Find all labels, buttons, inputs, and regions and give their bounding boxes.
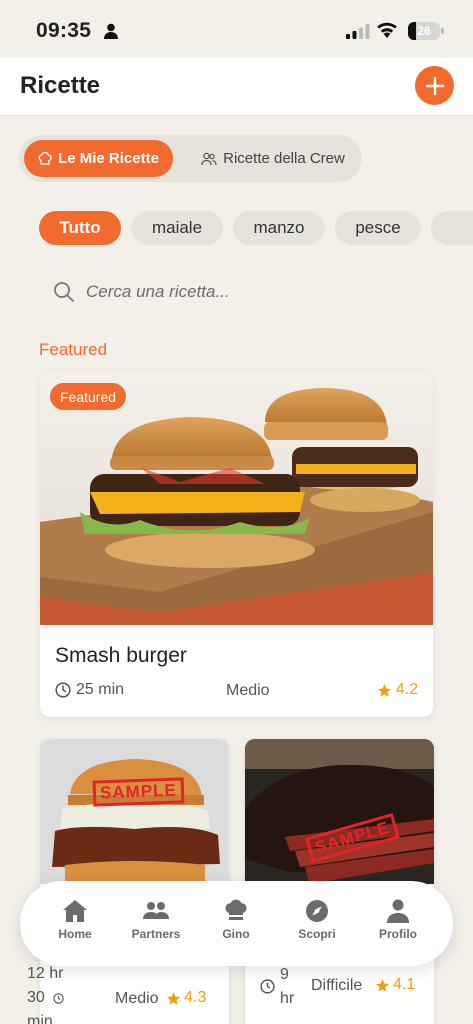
tab-discover[interactable]: Scopri xyxy=(282,899,352,941)
app-bar: Ricette xyxy=(0,58,473,116)
category-filter-bar: Tutto maiale manzo pesce xyxy=(39,211,473,245)
recipe-time-value: 25 min xyxy=(76,681,125,698)
home-icon xyxy=(63,900,87,922)
recipe-time: 25 min xyxy=(55,681,124,699)
page-title: Ricette xyxy=(20,72,101,99)
star-icon xyxy=(377,683,391,697)
battery-level: 26 xyxy=(417,24,431,38)
recipe-rating-value: 4.2 xyxy=(395,681,418,698)
featured-badge: Featured xyxy=(50,383,127,410)
recipe-time-value: 12 hr 30 min xyxy=(27,965,64,1024)
tab-home-label: Home xyxy=(58,927,92,941)
star-icon xyxy=(166,991,181,1005)
bottom-tab-bar: Home Partners Gino Scopri Profilo xyxy=(20,881,453,966)
recipe-rating-value: 4.3 xyxy=(184,989,207,1006)
tab-partners-label: Partners xyxy=(131,927,181,941)
recipe-difficulty: Difficile xyxy=(311,977,363,994)
featured-recipe-card[interactable]: Featured Smash burger 25 min Medio 4.2 xyxy=(40,372,433,717)
filter-chip-fish[interactable]: pesce xyxy=(335,211,421,245)
recipe-difficulty: Medio xyxy=(115,990,159,1007)
plus-icon xyxy=(425,76,444,95)
recipe-difficulty: Medio xyxy=(226,682,270,699)
recipe-rating: 4.2 xyxy=(377,681,418,699)
recipe-rating: 4.3 xyxy=(166,989,206,1007)
recipe-photo xyxy=(40,739,229,884)
chef-hat-icon xyxy=(225,899,247,920)
filter-chip-beef[interactable]: manzo xyxy=(233,211,325,245)
filter-chip-more[interactable] xyxy=(431,211,473,245)
tab-gino[interactable]: Gino xyxy=(201,899,271,941)
search-bar xyxy=(39,272,434,312)
star-icon xyxy=(375,978,390,992)
wifi-icon xyxy=(377,22,397,38)
tab-partners[interactable]: Partners xyxy=(121,899,191,941)
recipe-photo xyxy=(245,739,434,884)
chef-hat-icon xyxy=(38,151,52,165)
battery-icon: 26 xyxy=(408,22,440,40)
clock-icon xyxy=(260,979,275,994)
status-time: 09:35 xyxy=(36,19,92,42)
recipe-title: Smash burger xyxy=(55,644,187,667)
search-input[interactable] xyxy=(86,276,416,308)
search-icon xyxy=(54,282,74,302)
status-bar: 09:35 26 xyxy=(0,0,473,58)
sample-stamp: SAMPLE xyxy=(92,777,185,807)
person-icon xyxy=(104,23,118,39)
filter-chip-all[interactable]: Tutto xyxy=(39,211,121,245)
recipe-source-toggle: Le Mie Ricette Ricette della Crew xyxy=(19,135,362,182)
tab-my-recipes[interactable]: Le Mie Ricette xyxy=(24,140,173,177)
filter-chip-pork[interactable]: maiale xyxy=(131,211,223,245)
tab-discover-label: Scopri xyxy=(298,927,336,941)
featured-section-title: Featured xyxy=(39,340,108,359)
tab-home[interactable]: Home xyxy=(40,899,110,941)
tab-crew-recipes[interactable]: Ricette della Crew xyxy=(189,140,357,177)
tab-profile-label: Profilo xyxy=(379,927,417,941)
clock-icon xyxy=(53,993,64,1004)
cellular-signal-icon xyxy=(346,24,370,39)
tab-profile[interactable]: Profilo xyxy=(363,899,433,941)
add-recipe-button[interactable] xyxy=(415,66,454,105)
recipe-time-value: 9 hr xyxy=(280,966,295,1007)
tab-gino-label: Gino xyxy=(222,927,250,941)
recipe-rating-value: 4.1 xyxy=(393,976,416,993)
tab-crew-recipes-label: Ricette della Crew xyxy=(223,150,345,167)
users-icon xyxy=(201,152,217,165)
recipe-rating: 4.1 xyxy=(375,976,415,994)
compass-icon xyxy=(306,900,328,922)
clock-icon xyxy=(55,682,71,698)
tab-my-recipes-label: Le Mie Ricette xyxy=(58,150,159,167)
partners-icon xyxy=(143,902,169,919)
profile-icon xyxy=(387,899,409,923)
